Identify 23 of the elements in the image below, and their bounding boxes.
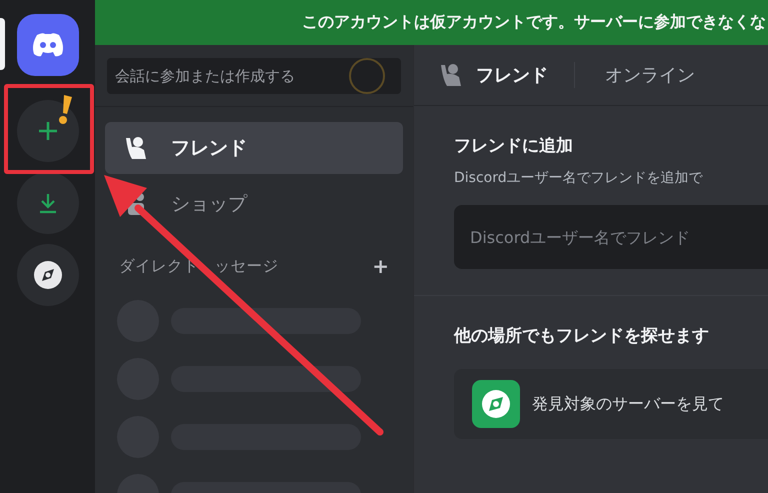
- compass-icon: [32, 260, 62, 290]
- section-heading: 他の場所でもフレンドを探せます: [454, 325, 710, 347]
- tab[interactable]: オンライン: [601, 61, 699, 89]
- window-edge: [0, 18, 5, 70]
- add-dm-button[interactable]: +: [372, 254, 389, 278]
- section-heading: フレンドに追加: [454, 135, 574, 157]
- waving-person-icon: [438, 62, 464, 88]
- search-field[interactable]: 会話に参加または作成する: [107, 58, 401, 94]
- section-title: ダイレクト: [119, 256, 199, 276]
- waving-person-icon: [123, 135, 149, 161]
- page-title: フレンド: [476, 64, 548, 87]
- ring-mark: [349, 58, 385, 94]
- sidebar-item[interactable]: フレンド: [105, 122, 403, 174]
- home-button[interactable]: [16, 14, 78, 76]
- game-controller-icon: [30, 32, 64, 58]
- section-title: ッセージ: [214, 256, 278, 276]
- description-text: Discordユーザー名でフレンドを追加で: [454, 169, 704, 187]
- banner-text: このアカウントは仮アカウントです。サーバーに参加できなくな: [302, 12, 766, 33]
- compass-icon: [472, 380, 520, 428]
- username-field[interactable]: Discordユーザー名でフレンド: [454, 205, 768, 269]
- exclamation-icon: [58, 95, 72, 125]
- discover-card[interactable]: 発見対象のサーバーを見て: [454, 369, 768, 439]
- plus-icon: [38, 121, 58, 141]
